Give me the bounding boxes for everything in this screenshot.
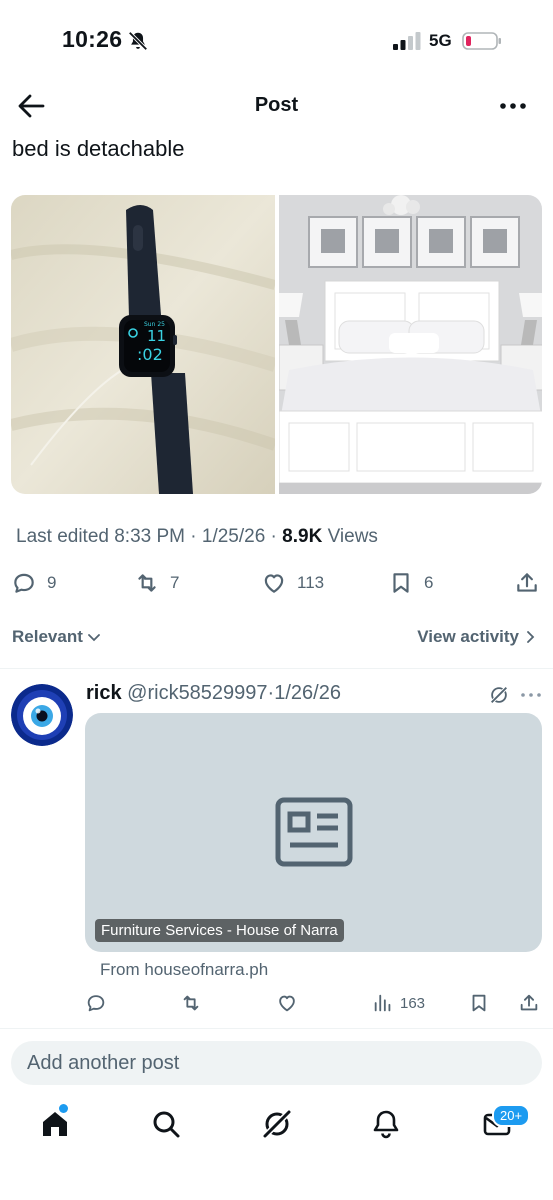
watch-photo[interactable]: Sun 25 11 :02 xyxy=(11,195,275,494)
status-bar: 10:26 5G xyxy=(0,0,553,80)
link-card[interactable]: Furniture Services - House of Narra xyxy=(85,713,542,952)
views-count: 163 xyxy=(400,994,426,1012)
post-meta: Last edited 8:33 PM · 1/25/26 · 8.9K Vie… xyxy=(16,526,378,548)
status-time: 10:26 xyxy=(62,26,123,52)
like-button[interactable] xyxy=(276,990,298,1016)
article-icon xyxy=(275,797,353,867)
views-icon xyxy=(374,994,391,1012)
nav-search[interactable] xyxy=(150,1108,182,1140)
bookmark-button[interactable]: 6 xyxy=(388,568,433,598)
chevron-down-icon xyxy=(87,634,100,642)
like-count: 113 xyxy=(297,573,325,592)
watch-minute: :02 xyxy=(137,345,163,364)
reply-count: 9 xyxy=(47,573,57,592)
grok-icon[interactable] xyxy=(488,684,510,706)
more-icon[interactable] xyxy=(499,96,527,116)
reply-icon xyxy=(87,995,105,1012)
card-label: Furniture Services - House of Narra xyxy=(95,919,344,942)
reply-handle[interactable]: @rick58529997 xyxy=(127,682,267,704)
reply-button[interactable] xyxy=(85,990,107,1016)
bottom-nav xyxy=(0,1100,553,1160)
reply-display-name[interactable]: rick xyxy=(86,682,122,704)
reply-actions: 163 xyxy=(0,990,553,1016)
repost-button[interactable] xyxy=(180,990,202,1016)
post-media: Sun 25 11 :02 xyxy=(11,195,542,494)
like-icon xyxy=(264,574,284,593)
share-icon xyxy=(520,994,538,1011)
relevant-sort[interactable]: Relevant xyxy=(12,627,101,647)
avatar[interactable] xyxy=(11,684,73,746)
page-title: Post xyxy=(254,94,299,116)
edited-timestamp[interactable]: Last edited 8:33 PM · 1/25/26 xyxy=(16,526,265,547)
nav-notifications[interactable] xyxy=(370,1108,402,1140)
repost-icon xyxy=(138,574,156,592)
battery-icon xyxy=(462,32,501,50)
nav-home[interactable] xyxy=(39,1104,71,1140)
search-icon xyxy=(153,1111,180,1138)
grok-icon xyxy=(263,1109,292,1138)
reply-header: rick @rick58529997·1/26/26 xyxy=(86,682,341,705)
view-activity-link[interactable]: View activity xyxy=(417,627,537,647)
like-button[interactable]: 113 xyxy=(261,568,324,598)
more-icon[interactable] xyxy=(520,688,542,702)
evil-eye-avatar xyxy=(11,684,73,746)
meta-separator: · xyxy=(265,526,283,547)
watch-hour: 11 xyxy=(147,327,166,345)
views-label: Views xyxy=(322,526,378,547)
reply-icon xyxy=(14,573,34,593)
network-label: 5G xyxy=(429,31,452,50)
reply-button[interactable]: 9 xyxy=(11,568,56,598)
bell-icon xyxy=(373,1110,399,1139)
repost-count: 7 xyxy=(170,573,180,592)
card-source[interactable]: From houseofnarra.ph xyxy=(100,960,268,980)
bookmark-count: 6 xyxy=(424,573,434,592)
share-button[interactable] xyxy=(514,568,540,598)
signal-icon xyxy=(393,32,421,50)
chevron-right-icon xyxy=(527,631,535,643)
bed-photo-art xyxy=(278,195,542,494)
bookmark-button[interactable] xyxy=(468,990,490,1016)
repost-icon xyxy=(183,995,199,1011)
divider xyxy=(0,1028,553,1029)
like-icon xyxy=(279,995,295,1012)
post-actions: 9 7 113 6 xyxy=(0,568,553,600)
bookmark-icon xyxy=(472,994,486,1012)
views-button[interactable]: 163 xyxy=(372,990,425,1016)
header: Post xyxy=(0,80,553,132)
bookmark-icon xyxy=(393,573,409,593)
home-icon xyxy=(43,1112,67,1136)
reply-date[interactable]: 1/26/26 xyxy=(274,682,341,704)
repost-button[interactable]: 7 xyxy=(134,568,179,598)
share-icon xyxy=(517,573,537,592)
view-activity-label: View activity xyxy=(417,627,519,646)
share-button[interactable] xyxy=(518,990,540,1016)
home-notification-dot xyxy=(59,1104,68,1113)
bell-off-icon xyxy=(128,31,148,51)
add-post-input[interactable]: Add another post xyxy=(11,1041,542,1085)
nav-grok[interactable] xyxy=(261,1108,293,1140)
views-count: 8.9K xyxy=(282,526,323,547)
bed-photo[interactable] xyxy=(278,195,542,494)
relevant-label: Relevant xyxy=(12,627,83,646)
divider xyxy=(0,668,553,669)
messages-badge: 20+ xyxy=(492,1104,531,1127)
post-text: bed is detachable xyxy=(12,136,185,161)
watch-photo-art: Sun 25 11 :02 xyxy=(11,195,275,494)
